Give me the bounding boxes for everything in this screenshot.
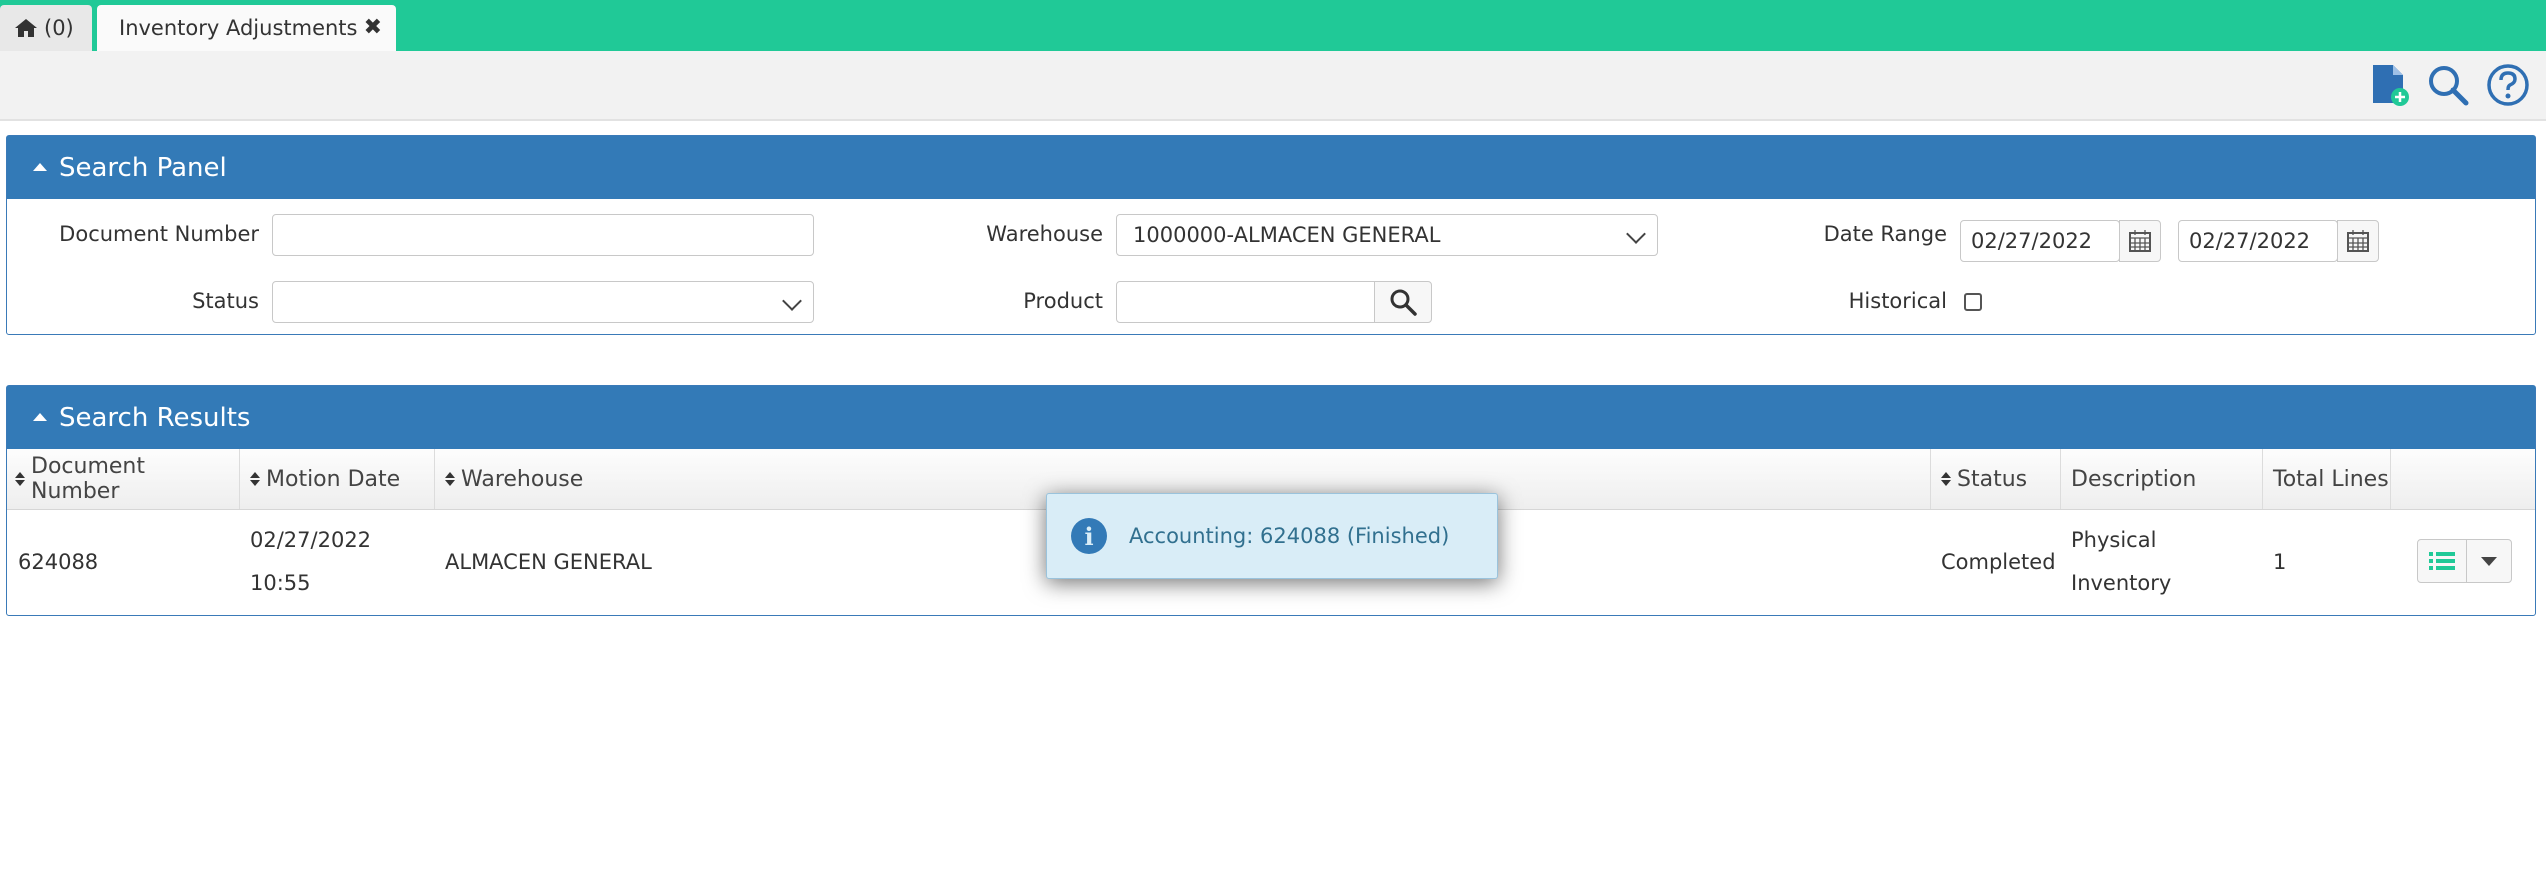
- column-label: Status: [1957, 466, 2028, 492]
- chevron-down-icon: [1626, 224, 1646, 244]
- tab-home[interactable]: (0): [0, 5, 92, 51]
- home-icon: [15, 19, 37, 37]
- date-from-input[interactable]: 02/27/2022: [1960, 220, 2120, 262]
- warehouse-label: Warehouse: [986, 222, 1103, 246]
- tab-inventory-adjustments[interactable]: Inventory Adjustments ✖: [97, 5, 396, 51]
- sort-icon: [250, 472, 260, 486]
- document-number-label: Document Number: [59, 222, 259, 246]
- column-total-lines[interactable]: Total Lines: [2263, 449, 2391, 509]
- product-label: Product: [1023, 289, 1103, 313]
- help-icon[interactable]: [2486, 63, 2530, 107]
- search-panel: Search Panel Document Number Warehouse 1…: [6, 135, 2536, 335]
- column-label: Warehouse: [461, 466, 584, 492]
- tab-label: Inventory Adjustments: [119, 16, 358, 40]
- date-to-input[interactable]: 02/27/2022: [2178, 220, 2338, 262]
- info-icon: i: [1071, 518, 1107, 554]
- search-icon[interactable]: [2426, 63, 2470, 107]
- close-tab-icon[interactable]: ✖: [364, 15, 382, 40]
- column-label: Total Lines: [2273, 466, 2389, 492]
- sort-icon: [15, 472, 25, 486]
- cell-total-lines: 1: [2273, 550, 2287, 574]
- cell-status: Completed: [1941, 550, 2056, 574]
- results-panel-title: Search Results: [59, 402, 251, 433]
- cell-motion-date: 02/27/2022: [250, 528, 372, 552]
- notification-toast[interactable]: i Accounting: 624088 (Finished): [1046, 493, 1498, 579]
- cell-description-line2: Inventory: [2071, 571, 2172, 595]
- tab-bar: (0) Inventory Adjustments ✖: [0, 0, 2546, 51]
- status-label: Status: [192, 289, 259, 313]
- column-label: Document Number: [31, 454, 145, 504]
- calendar-icon: [2347, 230, 2369, 252]
- sort-icon: [1941, 472, 1951, 486]
- historical-label: Historical: [1848, 289, 1947, 313]
- cell-document-number: 624088: [18, 550, 99, 574]
- column-document-number[interactable]: Document Number: [7, 449, 240, 509]
- cell-description-line1: Physical: [2071, 528, 2157, 552]
- warehouse-select[interactable]: 1000000-ALMACEN GENERAL: [1116, 214, 1658, 256]
- toolbar: [0, 51, 2546, 121]
- caret-down-icon: [2481, 556, 2497, 566]
- cell-motion-time: 10:55: [250, 571, 311, 595]
- chevron-down-icon: [782, 291, 802, 311]
- search-panel-header[interactable]: Search Panel: [7, 136, 2535, 199]
- cell-warehouse: ALMACEN GENERAL: [445, 550, 652, 574]
- results-panel-header[interactable]: Search Results: [7, 386, 2535, 449]
- new-document-icon[interactable]: [2367, 63, 2411, 107]
- collapse-caret-icon[interactable]: [33, 412, 47, 421]
- column-motion-date[interactable]: Motion Date: [240, 449, 435, 509]
- date-range-label: Date Range: [1823, 222, 1947, 246]
- search-icon: [1390, 289, 1417, 316]
- date-to-calendar-button[interactable]: [2337, 220, 2379, 262]
- document-number-input[interactable]: [272, 214, 814, 256]
- tab-home-count: (0): [44, 16, 74, 40]
- product-input[interactable]: [1116, 281, 1381, 323]
- collapse-caret-icon[interactable]: [33, 162, 47, 171]
- row-actions-dropdown[interactable]: [2466, 539, 2512, 583]
- search-panel-title: Search Panel: [59, 152, 227, 183]
- product-search-button[interactable]: [1374, 281, 1432, 323]
- status-select[interactable]: [272, 281, 814, 323]
- column-label: Description: [2071, 466, 2197, 492]
- column-label: Motion Date: [266, 466, 401, 492]
- historical-checkbox[interactable]: [1964, 293, 1982, 311]
- calendar-icon: [2129, 230, 2151, 252]
- row-detail-button[interactable]: [2417, 539, 2467, 583]
- column-status[interactable]: Status: [1931, 449, 2061, 509]
- date-from-calendar-button[interactable]: [2119, 220, 2161, 262]
- warehouse-value: 1000000-ALMACEN GENERAL: [1133, 223, 1441, 247]
- notification-text: Accounting: 624088 (Finished): [1129, 524, 1450, 548]
- sort-icon: [445, 472, 455, 486]
- list-icon: [2429, 552, 2455, 570]
- column-description[interactable]: Description: [2061, 449, 2263, 509]
